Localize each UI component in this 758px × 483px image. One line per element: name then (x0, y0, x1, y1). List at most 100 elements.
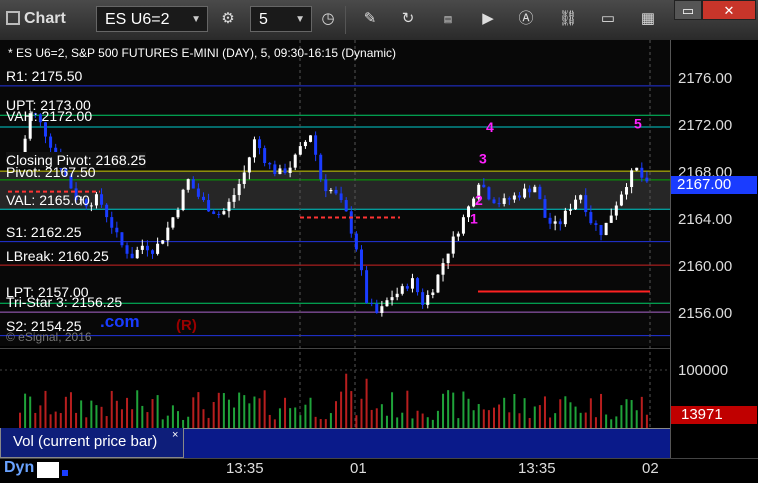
candle-body (120, 232, 124, 246)
volume-bar (635, 410, 638, 428)
volume-bar (360, 398, 363, 428)
candle-body (293, 154, 297, 168)
volume-tab[interactable]: Vol (current price bar) (0, 428, 184, 458)
volume-bar (350, 391, 353, 428)
candle-body (359, 249, 363, 271)
volume-bar (396, 417, 399, 428)
dyn-label[interactable]: Dyn (4, 459, 34, 477)
volume-bar (380, 404, 383, 428)
candle-body (329, 189, 333, 192)
candle-body (456, 233, 460, 237)
candle-body (283, 168, 287, 174)
time-label: 13:35 (518, 460, 556, 477)
volume-bar (554, 413, 557, 428)
count-annotation: 4 (486, 119, 494, 135)
comment-icon[interactable]: ▭ (596, 7, 620, 31)
volume-tick: 100000 (678, 362, 729, 379)
volume-bar (59, 413, 62, 428)
symbol-select[interactable]: ES U6=2 ▼ (96, 6, 208, 32)
volume-bar (299, 415, 302, 428)
volume-bar (503, 397, 506, 428)
candle-body (375, 303, 379, 313)
candle-body (349, 211, 353, 234)
candle-body (431, 292, 435, 295)
volume-bar (309, 397, 312, 428)
volume-bar (177, 411, 179, 428)
alert-icon[interactable]: Ⓐ (514, 7, 538, 31)
candle-body (523, 188, 527, 198)
candle-body (625, 187, 629, 195)
candle-body (49, 136, 53, 148)
candle-body (324, 179, 328, 192)
link-icon[interactable]: ⛓ (556, 7, 580, 31)
candle-body (380, 306, 384, 313)
candle-body (548, 217, 552, 224)
price-tick: 2160.00 (678, 258, 733, 275)
candle-body (410, 278, 414, 289)
close-icon[interactable]: × (172, 429, 178, 441)
volume-bar (498, 404, 501, 428)
watermark-r: (R) (176, 317, 197, 334)
volume-bar (192, 397, 195, 428)
candle-body (507, 198, 511, 200)
candle-body (553, 221, 557, 224)
volume-bar (253, 396, 256, 428)
interval-select[interactable]: 5 ▼ (250, 6, 312, 32)
candle-body (441, 263, 445, 275)
volume-bar (329, 413, 332, 428)
volume-bar (75, 412, 78, 428)
candle-body (145, 245, 149, 251)
candle-body (344, 200, 348, 212)
candle-body (533, 186, 537, 193)
price-tick: 2156.00 (678, 305, 733, 322)
volume-bar (146, 412, 149, 428)
close-button[interactable]: ✕ (702, 0, 756, 20)
candle-body (140, 245, 144, 250)
candle-body (156, 243, 160, 254)
candle-body (604, 222, 608, 236)
volume-bar (24, 393, 27, 428)
get-icon[interactable]: ▤ (436, 7, 460, 31)
zoom-slider-handle[interactable] (37, 462, 59, 478)
candle-body (181, 189, 185, 211)
volume-bar (620, 405, 623, 428)
candle-body (436, 274, 440, 293)
volume-bar (233, 407, 236, 428)
volume-bar (44, 390, 47, 428)
play-icon[interactable]: ▶ (476, 7, 500, 31)
candle-body (421, 292, 425, 305)
volume-bar (375, 408, 378, 428)
clock-icon[interactable]: ◷ (316, 7, 340, 31)
candle-body (405, 286, 409, 289)
restore-button[interactable]: ▭ (674, 0, 702, 20)
candle-body (258, 139, 262, 149)
volume-bar (69, 392, 72, 428)
pencil-icon[interactable]: ✎ (358, 7, 382, 31)
volume-bar (533, 406, 536, 428)
settings-icon[interactable]: ⚙ (216, 7, 240, 31)
volume-bar (314, 416, 317, 428)
level-label-vah: VAH: 2172.00 (6, 108, 93, 124)
template-icon[interactable]: ▦ (636, 7, 660, 31)
candle-body (309, 135, 313, 142)
volume-bar (105, 416, 108, 428)
volume-bar (594, 417, 597, 428)
volume-bar (645, 414, 648, 428)
volume-bar (248, 403, 251, 428)
volume-bar (294, 407, 297, 428)
volume-bar (467, 398, 470, 428)
volume-bar (335, 401, 337, 428)
candle-body (390, 297, 394, 301)
volume-bar (426, 417, 429, 428)
interval-value: 5 (259, 11, 268, 28)
volume-bar (217, 392, 220, 428)
candle-body (105, 204, 109, 218)
volume-bar (151, 399, 154, 428)
candle-body (242, 172, 246, 184)
volume-bar (482, 409, 485, 428)
candle-body (609, 215, 613, 223)
refresh-icon[interactable]: ↻ (396, 7, 420, 31)
volume-bar (268, 414, 271, 428)
volume-bar (100, 406, 103, 428)
volume-bar (625, 399, 628, 428)
